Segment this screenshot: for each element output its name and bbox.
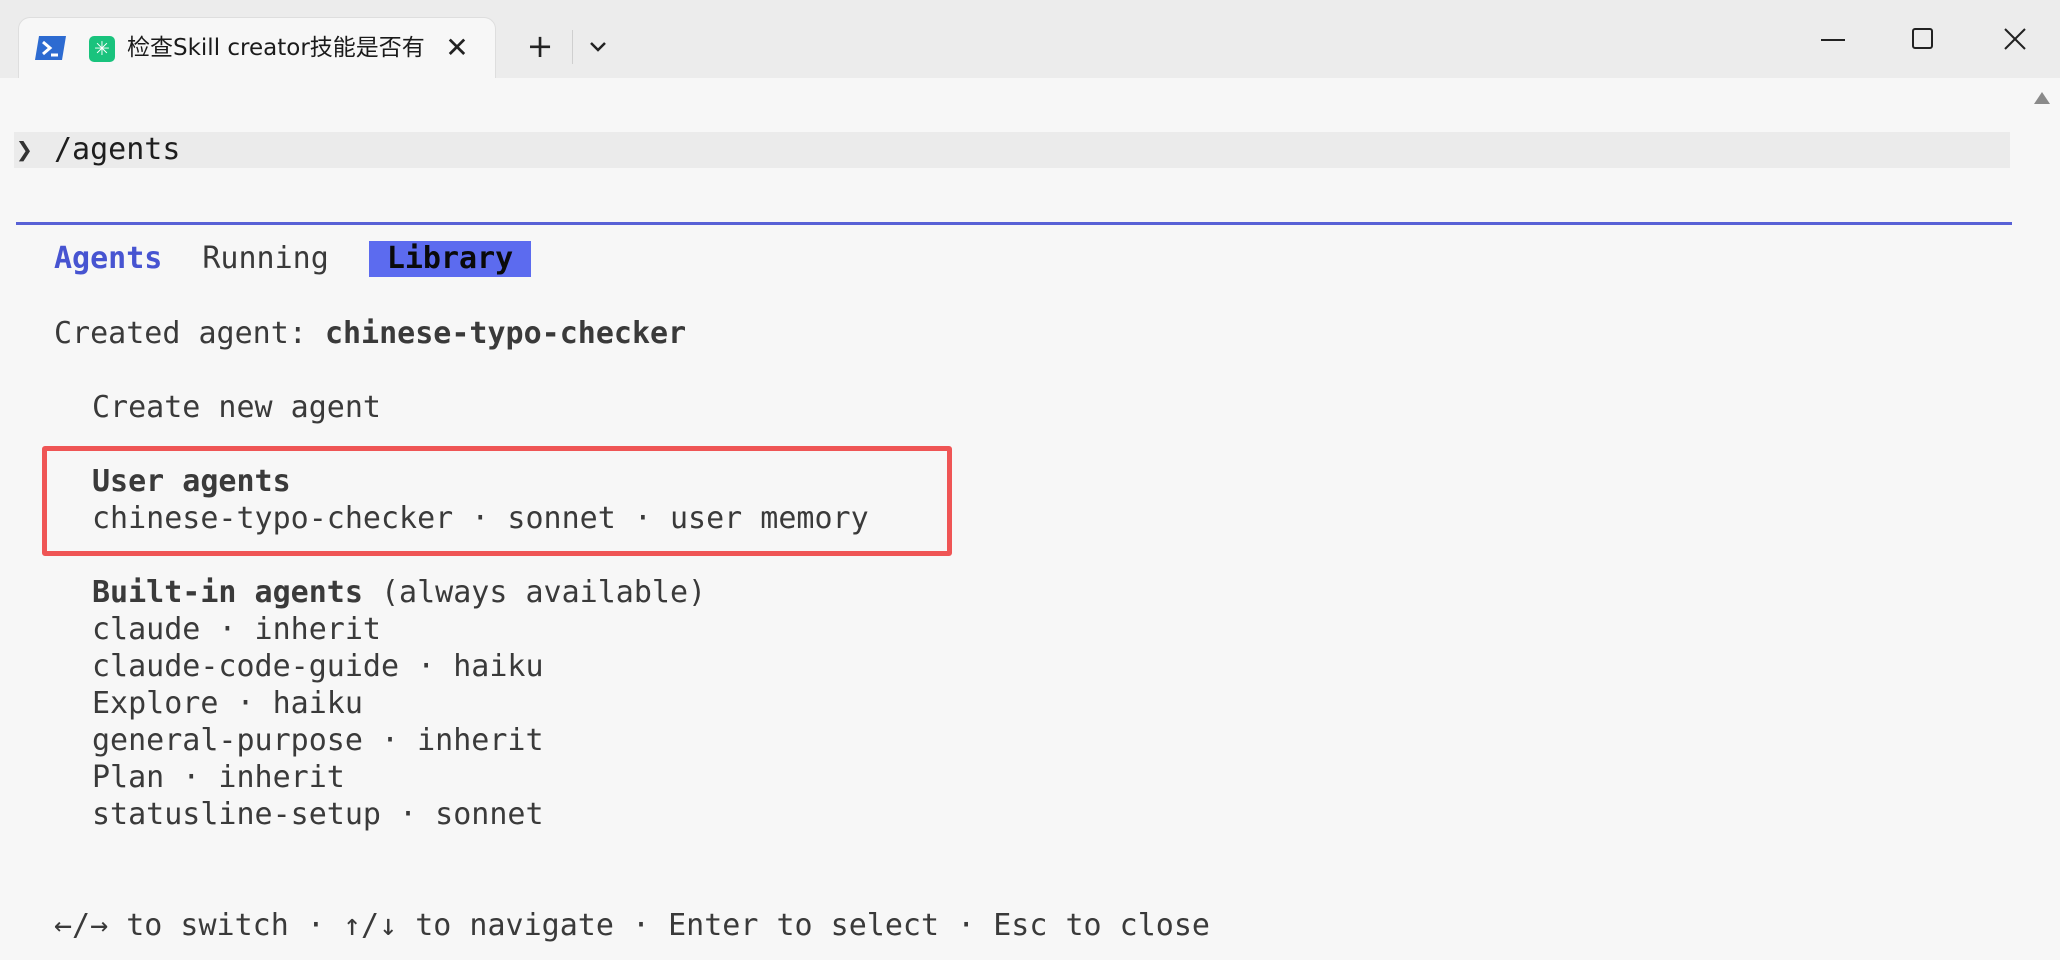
minimize-button[interactable]	[1798, 14, 1868, 64]
user-agents-header: User agents	[92, 464, 291, 499]
created-agent-message: Created agent: chinese-typo-checker	[54, 316, 686, 352]
tab-agents[interactable]: Agents	[54, 241, 162, 276]
tab-title: 检查Skill creator技能是否有	[127, 35, 425, 61]
prompt-chevron-icon: ❯	[16, 133, 33, 166]
tab-library[interactable]: Library	[368, 241, 532, 277]
claude-asterisk-icon: ✳	[89, 36, 115, 62]
maximize-button[interactable]	[1888, 14, 1958, 64]
builtin-header-label: Built-in agents	[92, 575, 363, 610]
command-prompt: ❯ /agents	[14, 132, 2010, 168]
scroll-up-arrow-icon[interactable]	[2034, 92, 2050, 104]
close-window-button[interactable]	[1980, 14, 2050, 64]
create-new-agent-item[interactable]: Create new agent	[92, 390, 381, 426]
close-tab-icon[interactable]: ✕	[437, 28, 477, 68]
created-prefix: Created agent:	[54, 316, 325, 351]
terminal-area[interactable]: ❯ /agents Agents Running Library Created a…	[0, 78, 2060, 960]
builtin-header-note: (always available)	[362, 575, 707, 610]
builtin-agent-item[interactable]: general-purpose · inherit	[92, 723, 544, 759]
keyboard-hint-footer: ←/→ to switch · ↑/↓ to navigate · Enter …	[54, 908, 1210, 943]
builtin-agent-item[interactable]: Explore · haiku	[92, 686, 363, 722]
new-tab-button[interactable]: +	[520, 26, 560, 66]
builtin-agent-item[interactable]: claude-code-guide · haiku	[92, 649, 544, 685]
title-bar: ✳ 检查Skill creator技能是否有 ✕ +	[0, 0, 2060, 78]
builtin-agent-item[interactable]: statusline-setup · sonnet	[92, 797, 544, 833]
user-agent-item[interactable]: chinese-typo-checker · sonnet · user mem…	[92, 501, 869, 537]
command-text: /agents	[54, 132, 181, 167]
panel-divider	[16, 222, 2012, 225]
terminal-tab[interactable]: ✳ 检查Skill creator技能是否有 ✕	[18, 17, 496, 78]
agent-tabs: Agents Running Library	[54, 241, 532, 277]
created-agent-name: chinese-typo-checker	[324, 316, 687, 351]
builtin-agent-item[interactable]: Plan · inherit	[92, 760, 345, 796]
builtin-agents-header: Built-in agents (always available)	[92, 575, 706, 611]
powershell-icon	[35, 34, 67, 62]
tab-running[interactable]: Running	[202, 241, 328, 276]
tab-separator	[572, 30, 573, 64]
builtin-agent-item[interactable]: claude · inherit	[92, 612, 381, 648]
tab-dropdown-chevron-icon[interactable]	[578, 26, 618, 66]
